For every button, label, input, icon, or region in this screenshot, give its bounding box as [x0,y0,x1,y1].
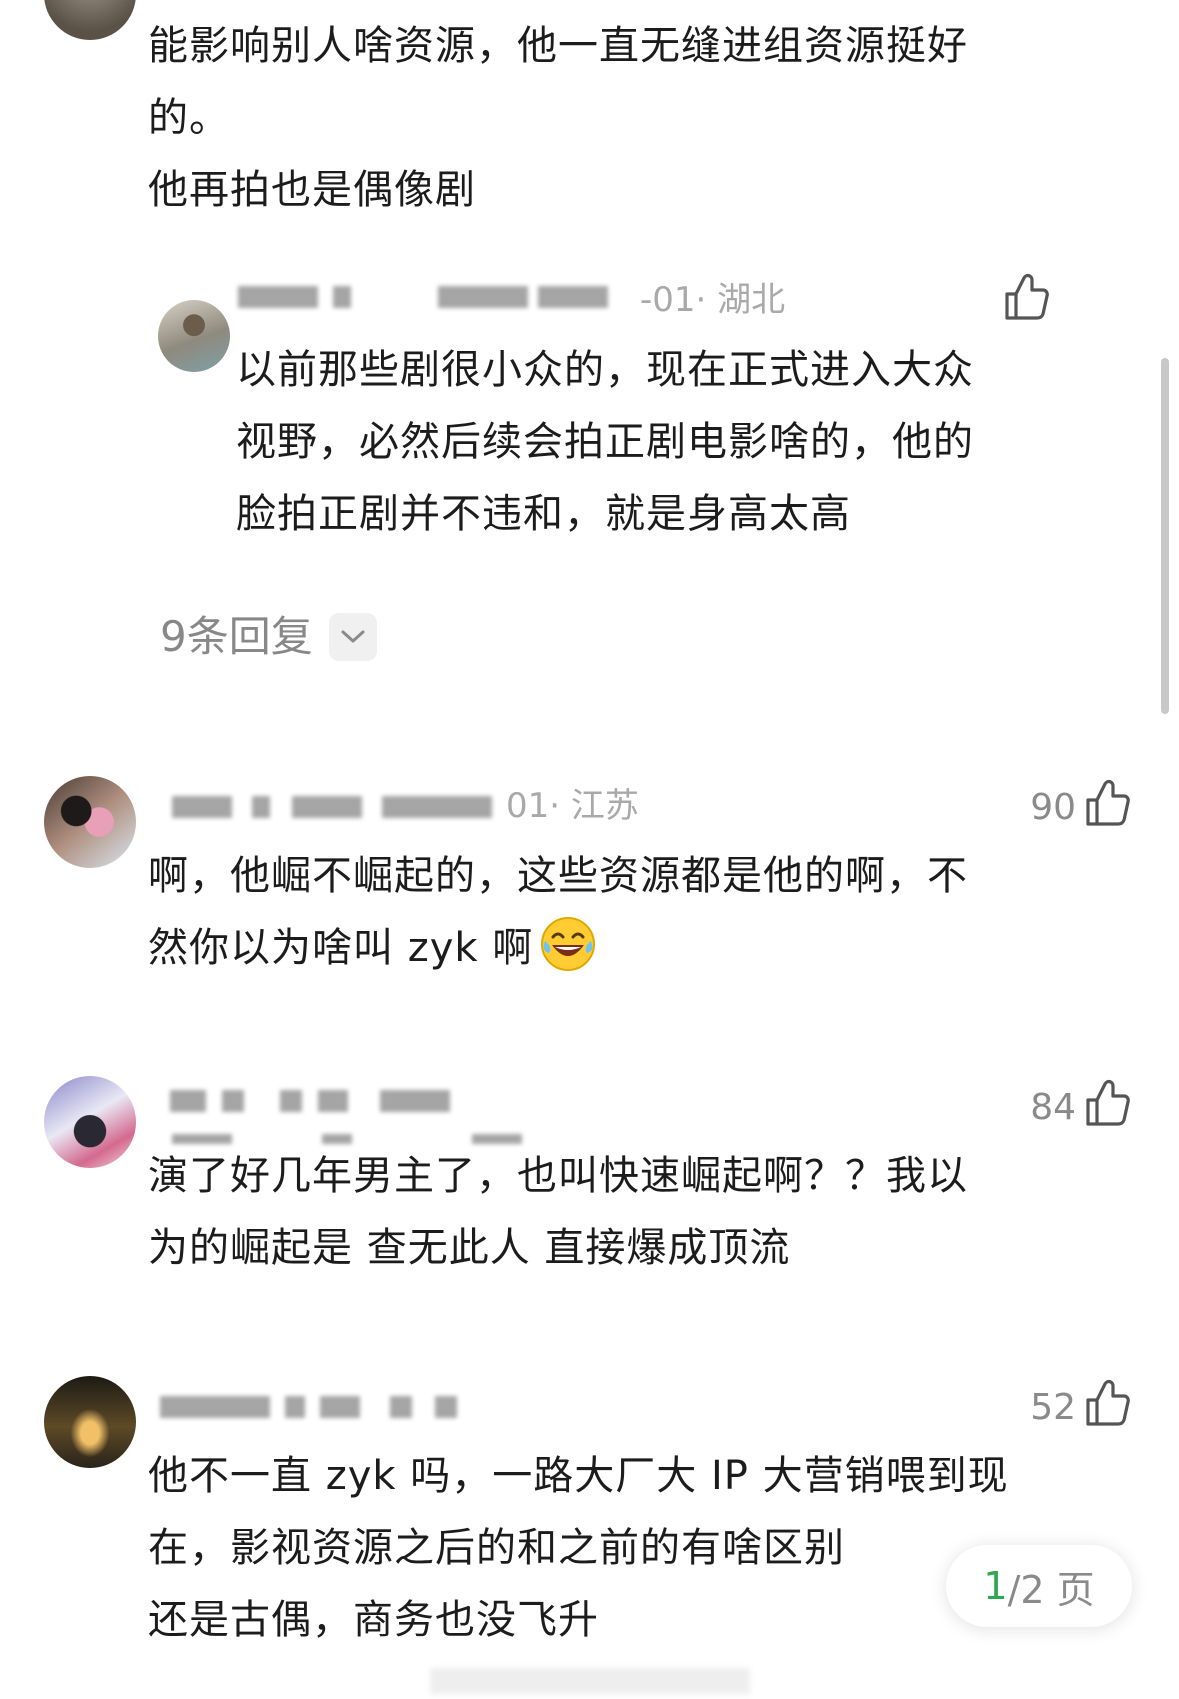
reply-text: 以前那些剧很小众的，现在正式进入大众 视野，必然后续会拍正剧电影啥的，他的 脸拍… [236,334,974,550]
comment-line: 视野，必然后续会拍正剧电影啥的，他的 [236,419,974,465]
blurred-area [430,1668,750,1694]
view-replies-button[interactable]: 9条回复 [160,610,377,664]
replies-count-label: 9条回复 [160,612,313,661]
comment-text: 演了好几年男主了，也叫快速崛起啊？？我以 为的崛起是 查无此人 直接爆成顶流 [148,1140,968,1284]
comment-meta: 01· 江苏 [506,786,639,826]
thumbs-up-icon[interactable] [1084,1378,1132,1428]
username-redacted [238,280,638,314]
current-page: 1 [983,1564,1008,1608]
comment-text: 啊，他崛不崛起的，这些资源都是他的啊，不 然你以为啥叫 zyk 啊 [148,840,968,984]
thumbs-up-icon[interactable] [1084,1078,1132,1128]
avatar[interactable] [158,300,230,372]
avatar[interactable] [44,0,136,40]
thumbs-up-icon[interactable] [1084,778,1132,828]
avatar[interactable] [44,1076,136,1168]
comment-text: 他不一直 zyk 吗，一路大厂大 IP 大营销喂到现 在，影视资源之后的和之前的… [148,1440,1009,1656]
comment-line: 啊，他崛不崛起的，这些资源都是他的啊，不 [148,853,968,899]
comment-line: 演了好几年男主了，也叫快速崛起啊？？我以 [148,1153,968,1199]
avatar[interactable] [44,1376,136,1468]
total-pages: /2 页 [1007,1567,1095,1612]
username-redacted [160,1390,490,1424]
like-count: 90 [1030,787,1076,828]
comment-line-text: 然你以为啥叫 zyk 啊 [148,925,534,971]
comment-meta: -01· 湖北 [640,280,786,320]
avatar[interactable] [44,776,136,868]
comment-line: 他再拍也是偶像剧 [148,167,476,213]
username-redacted [170,1084,470,1118]
comment-line: 脸拍正剧并不违和，就是身高太高 [236,491,851,537]
comment-line: 他不一直 zyk 吗，一路大厂大 IP 大营销喂到现 [148,1453,1009,1499]
comment-line: 为的崛起是 查无此人 直接爆成顶流 [148,1225,791,1271]
like-count: 84 [1030,1087,1076,1128]
comment-line: 在，影视资源之后的和之前的有啥区别 [148,1525,845,1571]
laughing-tears-emoji-icon [541,917,596,971]
comment-line: 还是古偶，商务也没飞升 [148,1597,599,1643]
comment-line: 以前那些剧很小众的，现在正式进入大众 [236,347,974,393]
comment-text: 能影响别人啥资源，他一直无缝进组资源挺好 的。 他再拍也是偶像剧 [148,10,968,226]
comment-line: 的。 [148,95,230,141]
comment-line: 能影响别人啥资源，他一直无缝进组资源挺好 [148,23,968,69]
chevron-down-icon [328,613,377,661]
username-redacted [172,790,502,824]
comment-line: 然你以为啥叫 zyk 啊 [148,912,968,984]
thumbs-up-icon[interactable] [1003,272,1051,322]
page-indicator[interactable]: 1 /2 页 [946,1545,1132,1627]
like-count: 52 [1030,1387,1076,1428]
scrollbar[interactable] [1161,358,1169,714]
